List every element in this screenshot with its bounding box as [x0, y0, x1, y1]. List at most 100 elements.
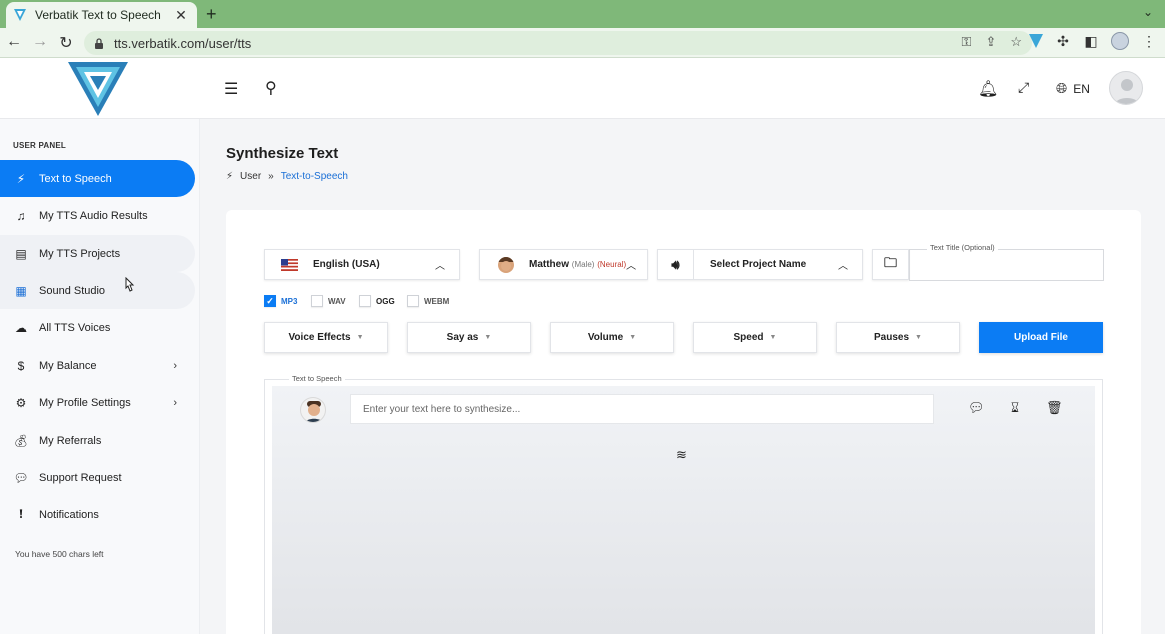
breadcrumb-root[interactable]: User — [240, 171, 261, 182]
sidebar-item-label: My TTS Audio Results — [39, 209, 148, 222]
key-icon[interactable]: ⚿ — [962, 34, 972, 50]
speaker-icon: 🔊︎ — [658, 250, 694, 279]
verbatik-logo[interactable] — [68, 62, 128, 116]
sidebar-item-label: My Balance — [39, 359, 97, 372]
breadcrumb-separator: » — [268, 171, 274, 182]
trash-icon[interactable]: 🗑︎ — [1046, 400, 1063, 416]
app-header: ☰ ⚲ 🔔︎ ⤢ 🌐︎ EN — [0, 58, 1165, 119]
volume-dropdown[interactable]: Volume ▼ — [550, 322, 674, 353]
speed-dropdown[interactable]: Speed ▼ — [693, 322, 817, 353]
default-user-icon — [1115, 79, 1139, 104]
sidebar-item-label: My Profile Settings — [39, 396, 131, 409]
hamburger-menu-icon[interactable]: ☰ — [224, 79, 238, 99]
music-file-icon: ♫ — [16, 208, 26, 223]
magic-wand-icon: ⚡︎ — [16, 171, 26, 186]
star-icon[interactable]: ☆ — [1010, 34, 1022, 50]
chat-icon: 💬︎ — [13, 470, 29, 485]
checkbox-box — [311, 295, 323, 307]
sidebar: USER PANEL ⚡︎ Text to Speech ♫ My TTS Au… — [0, 119, 200, 634]
tab-close-icon[interactable]: ✕ — [173, 7, 189, 24]
main-content: Synthesize Text ⚡︎ User » Text-to-Speech… — [200, 119, 1165, 634]
tts-text-input[interactable] — [350, 394, 934, 424]
url-text: tts.verbatik.com/user/tts — [114, 35, 252, 51]
new-tab-button[interactable]: + — [206, 4, 217, 25]
dropdown-label: Speed — [733, 332, 764, 343]
side-panel-icon[interactable]: ◧ — [1083, 33, 1099, 50]
user-gear-icon: ⚙ — [15, 395, 27, 410]
caret-down-icon: ▼ — [769, 334, 777, 341]
panel-label: USER PANEL — [13, 141, 66, 150]
chevron-up-icon: ︿ — [435, 261, 445, 272]
tab-menu-icon[interactable]: ⌄ — [1143, 5, 1153, 19]
cloud-icon: ☁ — [15, 320, 27, 335]
checkmark-icon: ✓ — [264, 295, 276, 307]
caret-down-icon: ▼ — [915, 334, 922, 341]
language-select[interactable]: English (USA) ︿ — [264, 249, 460, 280]
breadcrumb: ⚡︎ User » Text-to-Speech — [226, 171, 348, 182]
extensions-puzzle-icon[interactable]: ✣ — [1055, 33, 1071, 50]
tts-fieldset: Text to Speech 💬︎ ⌛︎ 🗑︎ ≋ — [264, 374, 1103, 634]
caret-down-icon: ▼ — [629, 334, 637, 341]
say-as-dropdown[interactable]: Say as ▼ — [407, 322, 531, 353]
folder-add-icon: 🗀︎ — [873, 250, 909, 279]
share-icon[interactable]: ⇪ — [985, 34, 996, 50]
sidebar-item-referrals[interactable]: 💰︎ My Referrals — [0, 422, 195, 459]
back-icon[interactable]: ← — [5, 33, 23, 51]
format-wav-checkbox[interactable]: WAV — [311, 295, 346, 307]
sidebar-item-notifications[interactable]: ❗︎ Notifications — [0, 496, 195, 533]
mouse-cursor-icon — [125, 277, 135, 292]
pauses-dropdown[interactable]: Pauses ▼ — [836, 322, 960, 353]
voice-avatar[interactable] — [300, 397, 326, 423]
format-label: WAV — [328, 296, 346, 306]
language-selector[interactable]: 🌐︎ EN — [1056, 80, 1090, 97]
bell-icon[interactable]: 🔔︎ — [978, 79, 998, 99]
sidebar-item-label: Sound Studio — [39, 284, 106, 297]
voice-name: Matthew — [529, 259, 569, 270]
verbatik-extension-icon[interactable] — [1029, 34, 1043, 48]
dropdown-label: Volume — [587, 332, 624, 343]
chevron-up-icon: ︿ — [838, 261, 848, 272]
format-webm-checkbox[interactable]: WEBM — [407, 295, 449, 307]
format-label: OGG — [376, 296, 395, 306]
sidebar-item-label: My Referrals — [39, 434, 102, 447]
sidebar-item-profile-settings[interactable]: ⚙ My Profile Settings › — [0, 384, 195, 421]
voice-select[interactable]: Matthew (Male) (Neural) ︿ — [479, 249, 648, 280]
address-bar[interactable]: tts.verbatik.com/user/tts ⚿ ⇪ ☆ — [84, 31, 1032, 55]
tts-label: Text to Speech — [289, 374, 345, 383]
us-flag-icon — [281, 258, 298, 271]
sidebar-item-all-voices[interactable]: ☁ All TTS Voices — [0, 309, 195, 346]
fullscreen-icon[interactable]: ⤢ — [1018, 79, 1029, 96]
search-icon[interactable]: ⚲ — [265, 78, 277, 98]
folder-button[interactable]: 🗀︎ — [872, 249, 909, 280]
reload-icon[interactable]: ↻ — [57, 33, 75, 53]
sidebar-item-sound-studio[interactable]: ▦ Sound Studio — [0, 272, 195, 309]
breadcrumb-current[interactable]: Text-to-Speech — [281, 171, 348, 182]
hourglass-icon[interactable]: ⌛︎ — [1007, 400, 1023, 416]
sidebar-item-balance[interactable]: $ My Balance › — [0, 347, 195, 384]
browser-toolbar: ← → ↻ tts.verbatik.com/user/tts ⚿ ⇪ ☆ ✣ … — [0, 28, 1165, 58]
sidebar-item-support-request[interactable]: 💬︎ Support Request — [0, 459, 195, 496]
tts-editor-area[interactable]: 💬︎ ⌛︎ 🗑︎ ≋ — [272, 386, 1095, 634]
browser-menu-icon[interactable]: ⋮ — [1141, 33, 1157, 50]
format-mp3-checkbox[interactable]: ✓ MP3 — [264, 295, 297, 307]
projects-icon: ▤ — [15, 246, 27, 261]
forward-icon[interactable]: → — [31, 33, 49, 51]
user-avatar[interactable] — [1109, 71, 1143, 105]
sidebar-item-text-to-speech[interactable]: ⚡︎ Text to Speech — [0, 160, 195, 197]
sidebar-item-label: All TTS Voices — [39, 321, 111, 334]
sound-studio-icon: ▦ — [15, 283, 27, 298]
magic-wand-icon: ⚡︎ — [226, 171, 234, 182]
sidebar-item-audio-results[interactable]: ♫ My TTS Audio Results — [0, 197, 195, 234]
voice-effects-dropdown[interactable]: Voice Effects ▼ — [264, 322, 388, 353]
checkbox-box — [407, 295, 419, 307]
add-pause-icon[interactable]: 💬︎ — [968, 400, 985, 416]
sidebar-item-tts-projects[interactable]: ▤ My TTS Projects — [0, 235, 195, 272]
project-select[interactable]: 🔊︎ Select Project Name ︿ — [657, 249, 863, 280]
format-ogg-checkbox[interactable]: OGG — [359, 295, 395, 307]
project-value: Select Project Name — [710, 259, 807, 270]
text-title-field[interactable]: Text Title (Optional) — [909, 243, 1104, 281]
browser-tab[interactable]: Verbatik Text to Speech ✕ — [6, 2, 197, 28]
layers-icon[interactable]: ≋ — [676, 447, 687, 463]
browser-profile-avatar[interactable] — [1111, 32, 1129, 50]
upload-file-button[interactable]: Upload File — [979, 322, 1103, 353]
